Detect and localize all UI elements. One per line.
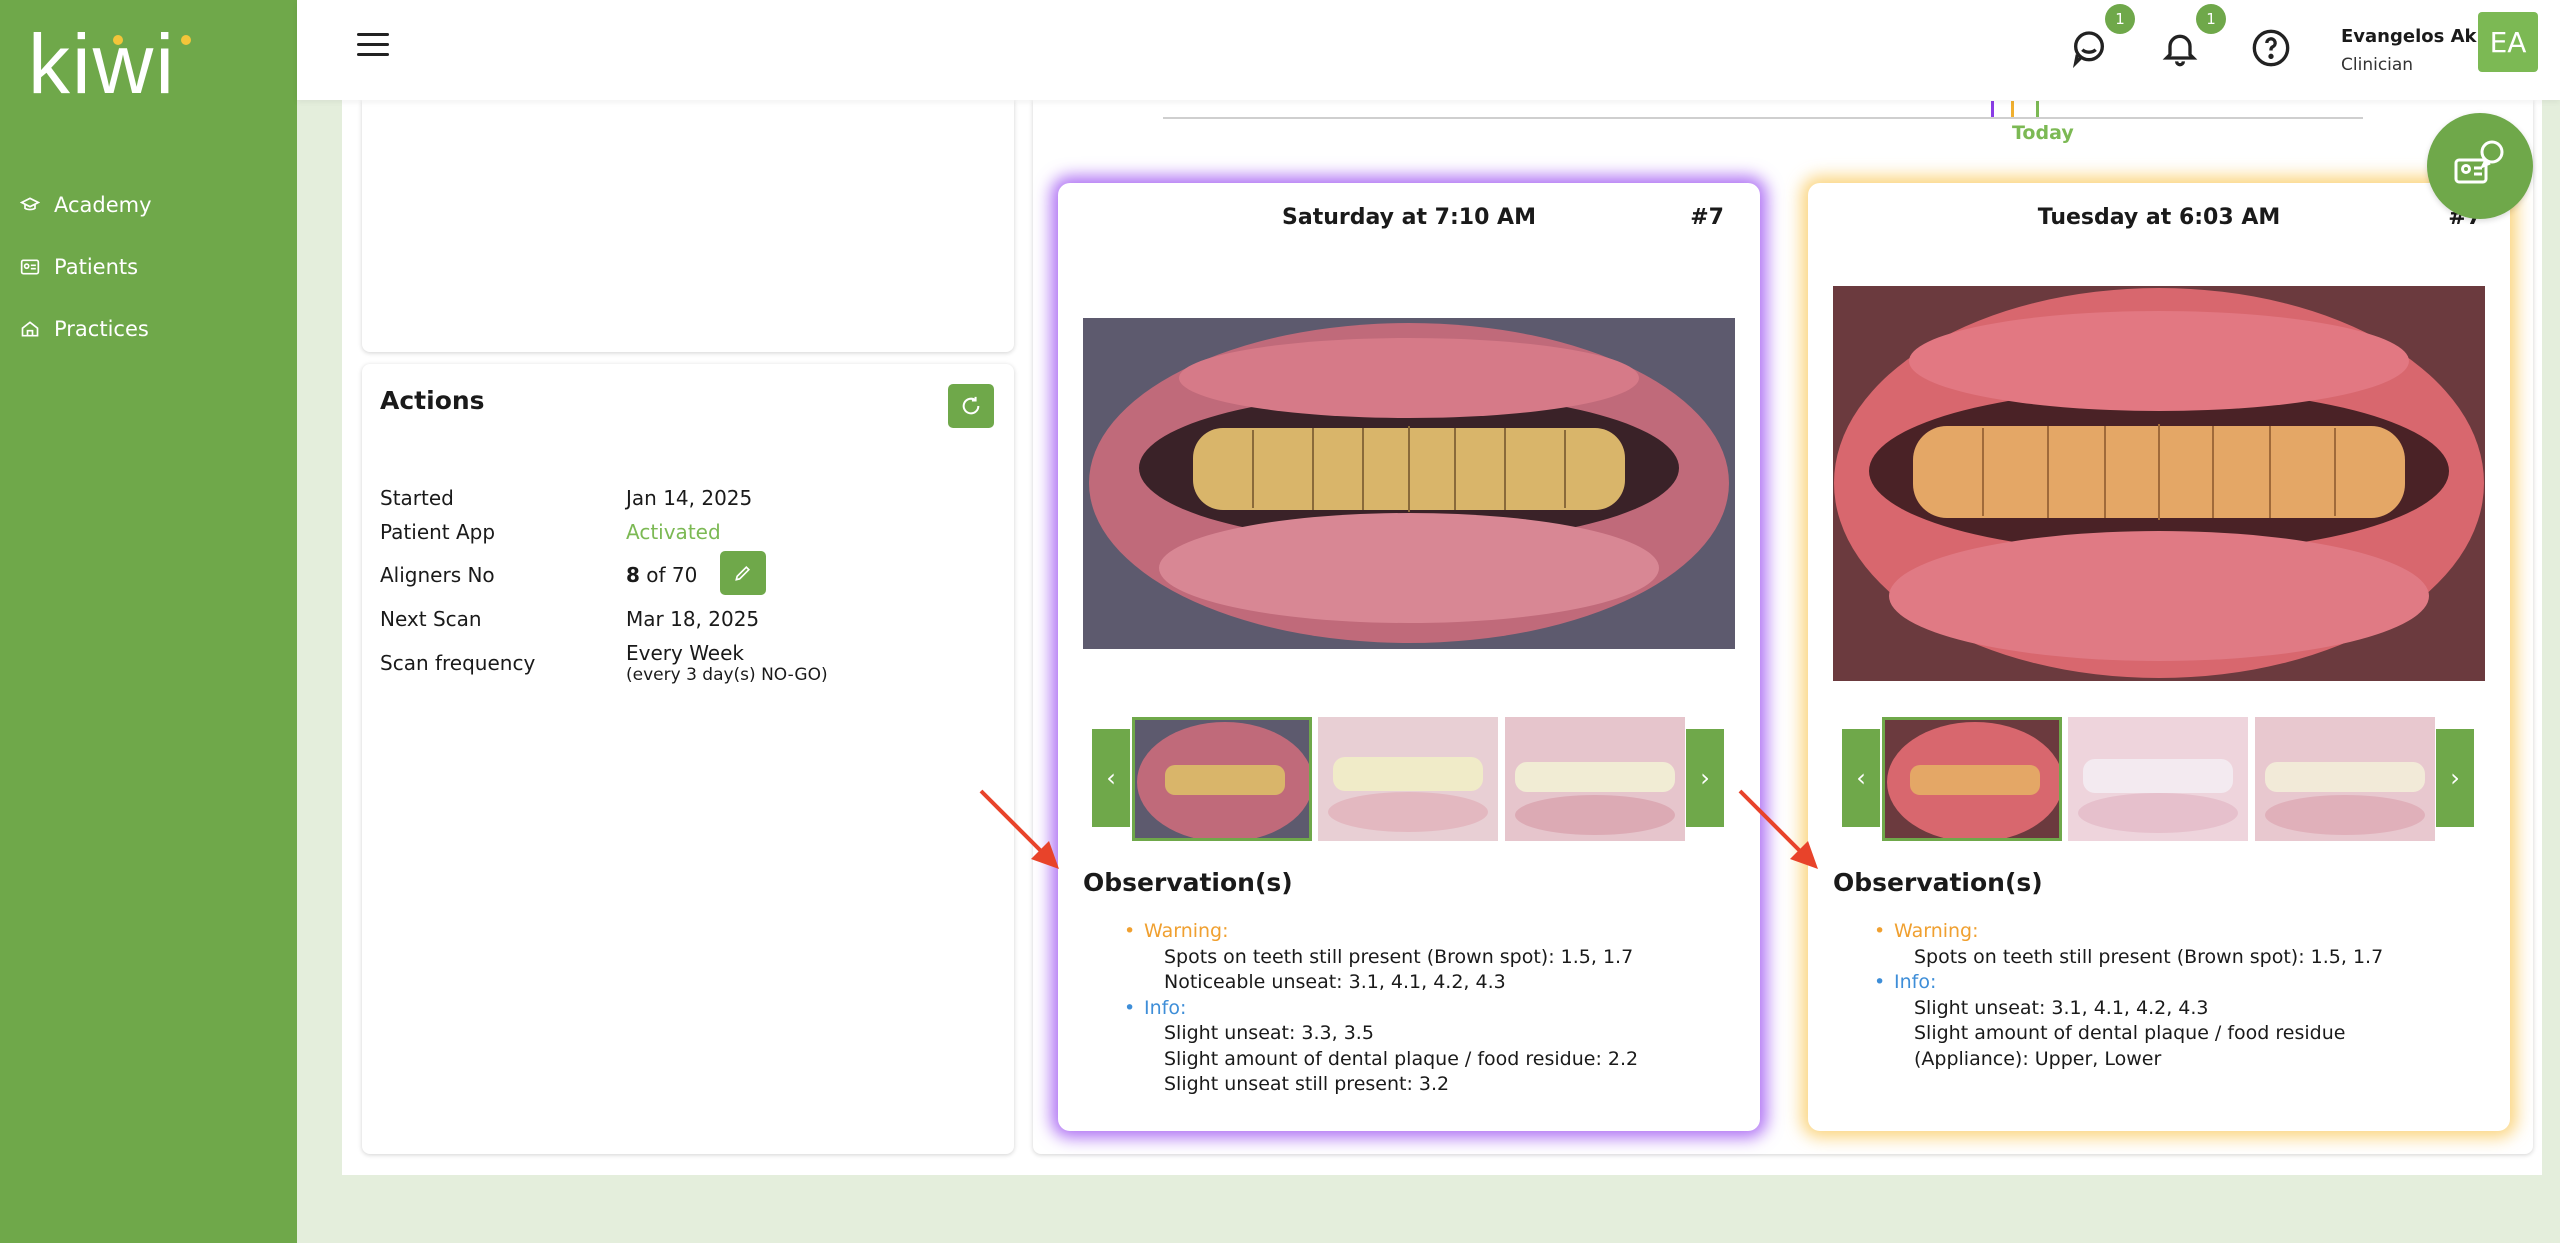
pencil-icon	[735, 565, 751, 581]
scan-date: Tuesday at 6:03 AM	[2037, 205, 2281, 230]
observation-item: Slight amount of dental plaque / food re…	[1164, 1047, 1639, 1070]
aligners-label: Aligners No	[380, 563, 495, 587]
scan-card-1[interactable]: Saturday at 7:10 AM #7 ‹ › Observation(s…	[1058, 183, 1760, 1131]
thumbs-prev-button[interactable]: ‹	[1842, 729, 1880, 827]
observation-item: Slight amount of dental plaque / food re…	[1914, 1022, 2346, 1044]
menu-toggle-button[interactable]	[357, 33, 389, 59]
patient-app-label: Patient App	[380, 520, 496, 544]
home-icon	[21, 321, 39, 337]
sidebar: kiwi Academy Patients Practices	[0, 0, 297, 1243]
started-value: Jan 14, 2025	[626, 486, 753, 510]
scan-date: Saturday at 7:10 AM	[1282, 205, 1536, 230]
observation-item: Spots on teeth still present (Brown spot…	[1164, 945, 1634, 968]
teeth-photo	[1833, 286, 2485, 681]
scan-card-2[interactable]: Tuesday at 6:03 AM #7 ‹ › Observation(s)…	[1808, 183, 2510, 1131]
info-label: Info:	[1124, 996, 1638, 1022]
timeline-today-label: Today	[2012, 122, 2074, 144]
user-role: Clinician	[2341, 55, 2414, 75]
scan-photo[interactable]	[1833, 286, 2485, 681]
observation-item: (Appliance): Upper, Lower	[1914, 1047, 2162, 1070]
sidebar-nav: Academy Patients Practices	[20, 174, 152, 360]
sidebar-item-patients[interactable]: Patients	[20, 236, 152, 298]
chat-icon	[2072, 31, 2104, 69]
warning-label: Warning:	[1874, 919, 2383, 945]
aligners-value: 8 of 70	[626, 563, 697, 587]
help-icon	[2252, 29, 2290, 67]
help-button[interactable]	[2251, 28, 2291, 68]
started-label: Started	[380, 486, 454, 510]
support-chat-button[interactable]	[2427, 113, 2533, 219]
scan-photo[interactable]	[1083, 318, 1735, 649]
thumbnail-2[interactable]	[2068, 717, 2248, 841]
observation-item: Slight unseat still present: 3.2	[1164, 1073, 1450, 1095]
notifications-button[interactable]: 1	[2160, 4, 2226, 68]
annotation-arrow-icon	[1738, 789, 1818, 869]
top-bar: 1 1 Evangelos Akli Clinician EA	[297, 0, 2560, 100]
next-scan-value: Mar 18, 2025	[626, 607, 760, 631]
scan-frequency-value: Every Week	[626, 641, 744, 665]
sidebar-item-label: Patients	[54, 255, 139, 279]
thumbnail-strip: ‹ ›	[1092, 717, 1724, 841]
aligners-current: 8	[626, 563, 640, 587]
sidebar-item-label: Academy	[54, 193, 152, 217]
bell-icon	[2162, 34, 2198, 67]
annotation-arrow-icon	[979, 789, 1059, 869]
messages-badge: 1	[2105, 4, 2135, 34]
observations-title: Observation(s)	[1833, 868, 2043, 897]
refresh-icon	[962, 396, 980, 415]
graduation-cap-icon	[20, 197, 40, 211]
thumbs-prev-button[interactable]: ‹	[1092, 729, 1130, 827]
thumbs-next-button[interactable]: ›	[1686, 729, 1724, 827]
id-card-icon	[20, 259, 40, 275]
patient-info-card	[362, 100, 1014, 352]
info-label: Info:	[1874, 970, 2383, 996]
svg-text:kiwi: kiwi	[28, 18, 176, 103]
edit-aligners-button[interactable]	[720, 551, 766, 595]
actions-title: Actions	[380, 386, 485, 415]
thumbnail-1[interactable]	[1132, 717, 1312, 841]
thumbnail-3[interactable]	[1505, 717, 1685, 841]
user-name[interactable]: Evangelos Akli	[2341, 26, 2489, 47]
timeline-marker-today	[2036, 101, 2039, 117]
observations-title: Observation(s)	[1083, 868, 1293, 897]
sidebar-item-label: Practices	[54, 317, 149, 341]
thumbnail-1[interactable]	[1882, 717, 2062, 841]
patient-app-status: Activated	[626, 520, 721, 544]
observation-item: Slight unseat: 3.3, 3.5	[1164, 1022, 1374, 1044]
notifications-badge: 1	[2196, 4, 2226, 34]
next-scan-label: Next Scan	[380, 607, 482, 631]
kiwi-logo[interactable]: kiwi	[28, 18, 203, 103]
messages-button[interactable]: 1	[2069, 4, 2135, 69]
sidebar-item-practices[interactable]: Practices	[20, 298, 152, 360]
thumbs-next-button[interactable]: ›	[2436, 729, 2474, 827]
thumbnail-strip: ‹ ›	[1842, 717, 2474, 841]
observation-item: Slight unseat: 3.1, 4.1, 4.2, 4.3	[1914, 996, 2209, 1019]
avatar[interactable]: EA	[2478, 12, 2538, 72]
actions-card: Actions Started Jan 14, 2025 Patient App…	[362, 364, 1014, 1154]
timeline-axis	[1163, 117, 2363, 119]
sidebar-item-academy[interactable]: Academy	[20, 174, 152, 236]
chevron-right-icon: ›	[1700, 764, 1710, 792]
warning-label: Warning:	[1124, 919, 1638, 945]
thumbnail-3[interactable]	[2255, 717, 2435, 841]
thumbnail-2[interactable]	[1318, 717, 1498, 841]
chevron-right-icon: ›	[2450, 764, 2460, 792]
observations-list: Warning: Spots on teeth still present (B…	[1124, 919, 1638, 1098]
observation-item: Noticeable unseat: 3.1, 4.1, 4.2, 4.3	[1164, 971, 1506, 993]
chevron-left-icon: ‹	[1856, 764, 1866, 792]
teeth-photo	[1083, 318, 1735, 649]
timeline-marker-yellow[interactable]	[2011, 101, 2014, 117]
scan-number: #7	[1690, 205, 1724, 230]
scan-frequency-label: Scan frequency	[380, 651, 536, 675]
observations-list: Warning: Spots on teeth still present (B…	[1874, 919, 2383, 1072]
chevron-left-icon: ‹	[1106, 764, 1116, 792]
support-chat-icon	[2454, 140, 2504, 184]
observation-item: Spots on teeth still present (Brown spot…	[1914, 945, 2384, 968]
scan-frequency-detail: (every 3 day(s) NO-GO)	[626, 665, 828, 685]
refresh-button[interactable]	[948, 384, 994, 428]
timeline-marker-purple[interactable]	[1991, 101, 1994, 117]
aligners-total: of 70	[639, 563, 698, 587]
